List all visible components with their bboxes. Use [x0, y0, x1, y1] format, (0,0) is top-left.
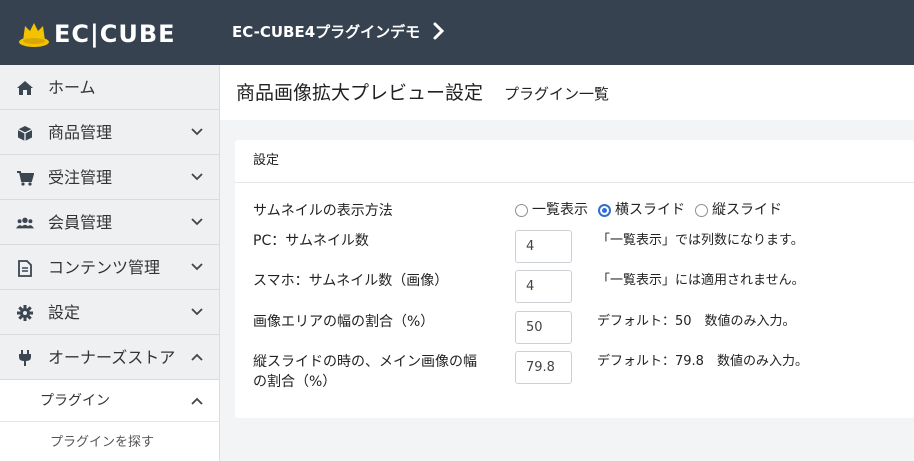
- sidebar-item-label: オーナーズストア: [48, 348, 176, 367]
- card-header: 設定: [235, 140, 914, 183]
- radio-button[interactable]: [515, 203, 528, 217]
- sidebar-item-owners-store[interactable]: オーナーズストア: [0, 335, 219, 380]
- plug-icon: [16, 349, 34, 367]
- area-ratio-label: 画像エリアの幅の割合（%）: [253, 314, 435, 330]
- radio-label: 縦スライド: [712, 202, 782, 218]
- sidebar-item-members[interactable]: 会員管理: [0, 200, 219, 245]
- radio-vertical-slide[interactable]: 縦スライド: [695, 200, 782, 220]
- eccube-logo[interactable]: EC|CUBE: [18, 20, 176, 48]
- chevron-down-icon: [191, 173, 203, 181]
- radio-label: 横スライド: [615, 202, 685, 218]
- display-method-label: サムネイルの表示方法: [253, 203, 393, 219]
- display-method-radio-group: 一覧表示 横スライド 縦スライド: [515, 200, 792, 220]
- sidebar-item-label: 商品管理: [48, 123, 113, 142]
- sp-thumbs-help: 「一覧表示」には適用されません。: [597, 273, 805, 288]
- chevron-right-icon[interactable]: [432, 21, 446, 41]
- radio-button-selected[interactable]: [598, 203, 611, 217]
- vertical-ratio-label-line1: 縦スライドの時の、メイン画像の幅: [253, 354, 477, 370]
- file-icon: [16, 259, 34, 277]
- page-title: 商品画像拡大プレビュー設定: [236, 82, 484, 104]
- sidebar-item-label: コンテンツ管理: [48, 258, 161, 277]
- cube-icon: [16, 124, 34, 142]
- chevron-down-icon: [191, 128, 203, 136]
- vertical-ratio-input[interactable]: [515, 351, 572, 384]
- chevron-up-icon: [191, 397, 203, 405]
- sidebar-item-label: ホーム: [48, 78, 96, 97]
- vertical-ratio-help: デフォルト：79.8 数値のみ入力。: [597, 354, 808, 369]
- sidebar-item-orders[interactable]: 受注管理: [0, 155, 219, 200]
- sidebar-link-find-plugin[interactable]: プラグインを探す: [0, 422, 219, 461]
- pc-thumbs-input[interactable]: [515, 230, 572, 263]
- cart-icon: [16, 169, 34, 187]
- chevron-down-icon: [191, 218, 203, 226]
- sidebar-item-contents[interactable]: コンテンツ管理: [0, 245, 219, 290]
- sidebar-subitem-label: プラグイン: [40, 393, 110, 409]
- sidebar-link-label: プラグインを探す: [50, 435, 155, 450]
- users-icon: [16, 214, 34, 232]
- page-subtitle: プラグイン一覧: [504, 85, 610, 103]
- chevron-up-icon: [191, 353, 203, 361]
- sp-thumbs-label: スマホ：サムネイル数（画像）: [253, 273, 449, 289]
- radio-list-view[interactable]: 一覧表示: [515, 200, 588, 220]
- area-ratio-input[interactable]: [515, 311, 572, 344]
- crown-logo-icon: [19, 23, 49, 47]
- pc-thumbs-label: PC：サムネイル数: [253, 233, 369, 249]
- sidebar-subitem-plugin[interactable]: プラグイン: [0, 380, 219, 422]
- radio-label: 一覧表示: [532, 202, 588, 218]
- home-icon: [16, 79, 34, 97]
- sidebar-item-label: 受注管理: [48, 168, 113, 187]
- chevron-down-icon: [191, 308, 203, 316]
- card-header-title: 設定: [253, 153, 280, 168]
- sidebar-item-label: 設定: [48, 303, 81, 322]
- sidebar-item-label: 会員管理: [48, 213, 113, 232]
- gear-icon: [16, 304, 34, 322]
- area-ratio-help: デフォルト：50 数値のみ入力。: [597, 314, 796, 329]
- radio-horizontal-slide[interactable]: 横スライド: [598, 200, 685, 220]
- sidebar: ホーム 商品管理 受注管理 会員管理 コンテンツ管理 設定 オーナーズストア プ…: [0, 65, 220, 461]
- sp-thumbs-input[interactable]: [515, 270, 572, 303]
- page-title-bar: 商品画像拡大プレビュー設定 プラグイン一覧: [220, 65, 914, 120]
- pc-thumbs-help: 「一覧表示」では列数になります。: [597, 233, 804, 248]
- sidebar-item-settings[interactable]: 設定: [0, 290, 219, 335]
- settings-card: 設定 サムネイルの表示方法 一覧表示 横スライド 縦スライド PC：サムネイル数…: [235, 140, 914, 418]
- radio-button[interactable]: [695, 203, 708, 217]
- chevron-down-icon: [191, 263, 203, 271]
- sidebar-item-home[interactable]: ホーム: [0, 65, 219, 110]
- vertical-ratio-label-line2: の割合（%）: [253, 374, 337, 390]
- shop-name[interactable]: EC-CUBE4プラグインデモ: [232, 22, 420, 42]
- logo-wordmark: EC|CUBE: [54, 20, 176, 48]
- sidebar-item-products[interactable]: 商品管理: [0, 110, 219, 155]
- top-header: EC|CUBE EC-CUBE4プラグインデモ: [0, 0, 914, 65]
